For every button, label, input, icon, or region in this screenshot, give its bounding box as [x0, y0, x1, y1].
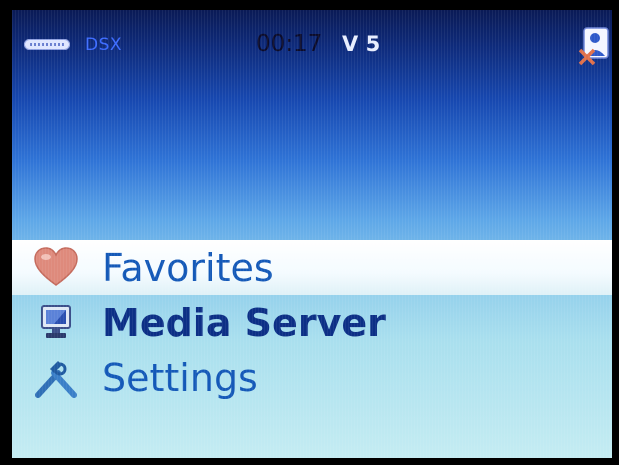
heart-icon — [32, 245, 80, 291]
network-label: DSX — [85, 35, 123, 55]
monitor-icon — [32, 300, 80, 346]
main-menu: Favorites Media Server Settings — [12, 240, 612, 405]
menu-item-settings[interactable]: Settings — [12, 350, 612, 405]
tools-icon — [32, 355, 80, 401]
menu-item-favorites[interactable]: Favorites — [12, 240, 612, 295]
battery-icon — [24, 39, 70, 50]
status-bar: DSX 00:17 V 5 — [12, 10, 612, 80]
menu-item-label: Media Server — [102, 300, 386, 345]
menu-item-media-server[interactable]: Media Server — [12, 295, 612, 350]
user-icon[interactable] — [578, 24, 612, 66]
volume-indicator: V 5 — [342, 32, 381, 56]
menu-item-label: Settings — [102, 355, 258, 400]
clock: 00:17 — [256, 31, 323, 57]
menu-item-label: Favorites — [102, 245, 274, 290]
device-screen: DSX 00:17 V 5 Favorites Media Server Set… — [12, 10, 612, 458]
